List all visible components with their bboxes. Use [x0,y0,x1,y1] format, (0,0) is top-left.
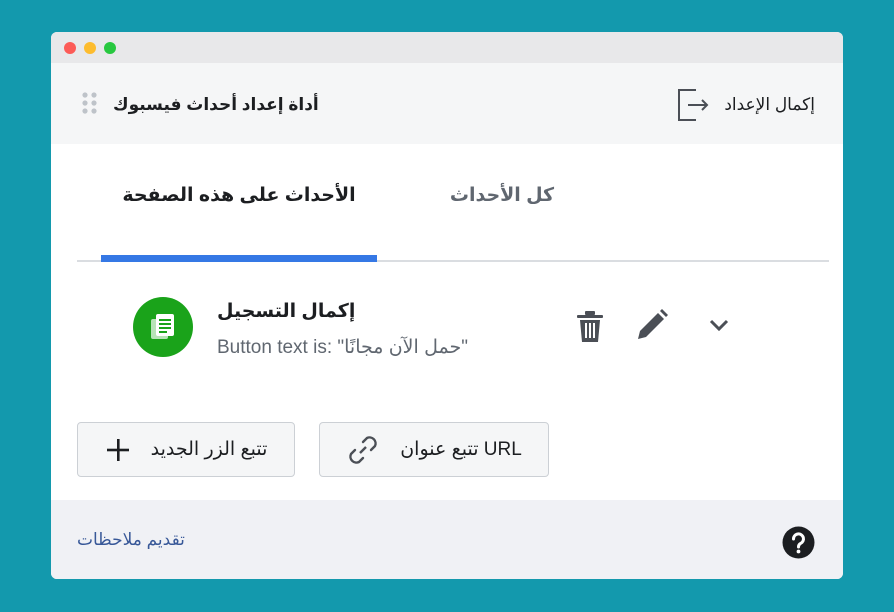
feedback-link[interactable]: تقديم ملاحظات [77,530,185,550]
finish-setup-label: إكمال الإعداد [724,95,815,114]
track-url-button[interactable]: تتبع عنوان URL [319,422,549,477]
exit-icon [678,89,709,121]
track-url-button-label: تتبع عنوان URL [400,439,522,460]
trash-icon[interactable] [575,310,605,344]
active-tab-indicator [101,255,377,262]
plus-icon [106,438,129,461]
link-icon [349,435,377,464]
tab-bar: الأحداث على هذه الصفحة كل الأحداث [77,144,829,262]
tab-events-on-page[interactable]: الأحداث على هذه الصفحة [101,184,377,244]
finish-setup-button[interactable]: إكمال الإعداد [676,81,815,129]
help-icon[interactable] [782,526,815,559]
minimize-window-button[interactable] [84,42,96,54]
event-avatar [133,297,193,357]
maximize-window-button[interactable] [104,42,116,54]
tool-title-group: أداة إعداد أحداث فيسبوك [81,81,319,129]
footer-bar: تقديم ملاحظات [51,500,843,579]
registration-icon [151,314,174,339]
app-window: إكمال الإعداد أداة إعداد أحداث فيسبوك ال… [51,32,843,579]
event-subtitle: Button text is: "حمل الآن مجانًا" [217,337,468,358]
chevron-down-icon[interactable] [706,316,732,334]
track-new-button-label: تتبع الزر الجديد [150,439,268,460]
event-title: إكمال التسجيل [217,301,356,322]
tab-all-events[interactable]: كل الأحداث [377,184,627,244]
header-bar: إكمال الإعداد أداة إعداد أحداث فيسبوك [51,63,843,144]
grip-icon[interactable] [81,91,99,119]
event-row: إكمال التسجيل Button text is: "حمل الآن … [51,280,843,370]
track-new-button[interactable]: تتبع الزر الجديد [77,422,295,477]
pencil-icon[interactable] [635,308,669,342]
window-titlebar [51,32,843,63]
close-window-button[interactable] [64,42,76,54]
tool-title: أداة إعداد أحداث فيسبوك [113,95,319,114]
